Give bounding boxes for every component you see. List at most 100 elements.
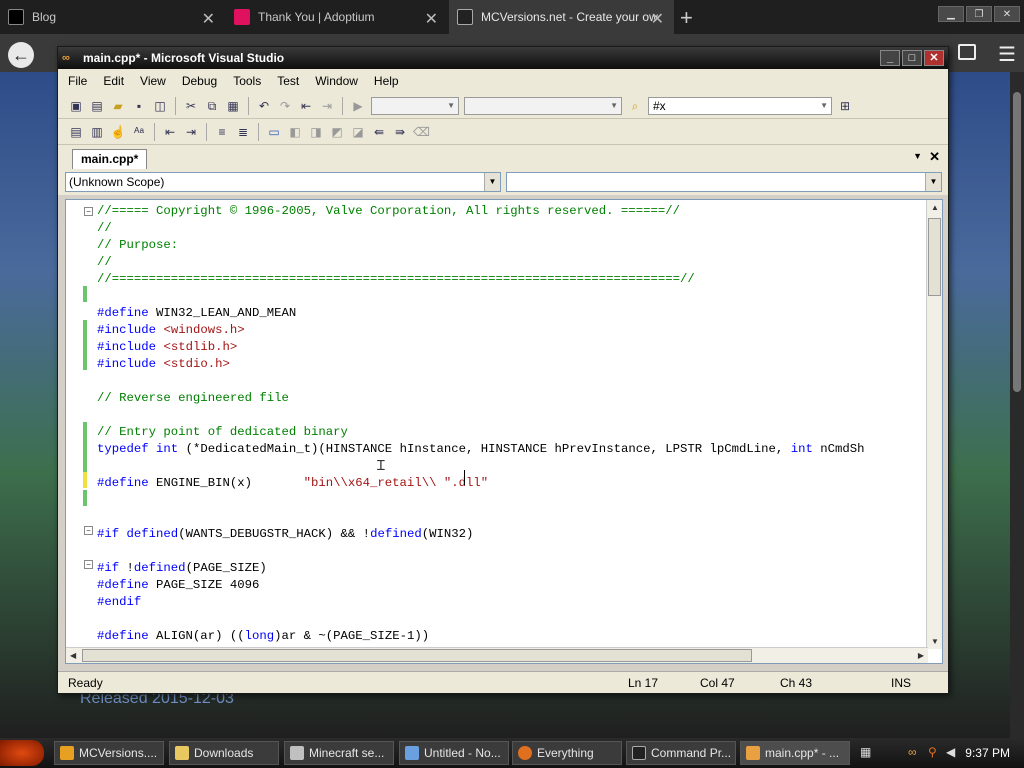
- copy-icon[interactable]: ⧉: [204, 98, 220, 114]
- taskbar-button-everything[interactable]: Everything: [512, 741, 622, 765]
- sidebar-icon[interactable]: [958, 44, 976, 60]
- paste-icon[interactable]: ▦: [225, 98, 241, 114]
- close-icon[interactable]: ✕: [425, 9, 438, 29]
- display-quick-info-icon[interactable]: ☝: [110, 124, 126, 140]
- chevron-down-icon[interactable]: ▼: [484, 173, 500, 191]
- horizontal-scrollbar[interactable]: ◀ ▶: [66, 647, 928, 663]
- menu-file[interactable]: File: [68, 74, 87, 88]
- code-token: // Purpose:: [97, 238, 179, 252]
- code-editor[interactable]: − − − //===== Copyright © 1996-2005, Val…: [65, 199, 943, 664]
- decrease-indent-icon[interactable]: ⇤: [162, 124, 178, 140]
- volume-icon[interactable]: ◀: [946, 745, 955, 759]
- save-icon[interactable]: ▪: [131, 98, 147, 114]
- complete-word-icon[interactable]: ᴬᵃ: [131, 124, 147, 140]
- close-icon[interactable]: ✕: [924, 50, 944, 66]
- close-icon[interactable]: ✕: [929, 149, 940, 165]
- maximize-icon[interactable]: ❐: [966, 6, 992, 22]
- command-prompt-icon: [632, 746, 646, 760]
- menu-edit[interactable]: Edit: [103, 74, 124, 88]
- previous-bookmark-icon[interactable]: ◧: [287, 124, 303, 140]
- menu-window[interactable]: Window: [315, 74, 358, 88]
- code-text: //===== Copyright © 1996-2005, Valve Cor…: [97, 203, 864, 645]
- close-icon[interactable]: ✕: [202, 9, 215, 29]
- taskbar-button-minecraft[interactable]: Minecraft se...: [284, 741, 394, 765]
- chevron-down-icon[interactable]: ▼: [925, 173, 941, 191]
- previous-bookmark-folder-icon[interactable]: ◩: [329, 124, 345, 140]
- add-item-icon[interactable]: ▤: [89, 98, 105, 114]
- scope-combo[interactable]: (Unknown Scope) ▼: [65, 172, 501, 192]
- solution-configuration-combo[interactable]: ▼: [371, 96, 459, 115]
- display-parameter-info-icon[interactable]: ▥: [89, 124, 105, 140]
- minimize-icon[interactable]: _: [880, 50, 900, 66]
- new-tab-icon[interactable]: +: [680, 5, 693, 31]
- new-project-icon[interactable]: ▣: [68, 98, 84, 114]
- save-all-icon[interactable]: ◫: [152, 98, 168, 114]
- vertical-scrollbar[interactable]: ▲ ▼: [926, 200, 942, 649]
- menu-view[interactable]: View: [140, 74, 166, 88]
- increase-indent-icon[interactable]: ⇥: [183, 124, 199, 140]
- toggle-bookmark-icon[interactable]: ▭: [266, 124, 282, 140]
- network-icon[interactable]: ∞: [908, 745, 917, 759]
- previous-bookmark-doc-icon[interactable]: ⇚: [371, 124, 387, 140]
- next-bookmark-folder-icon[interactable]: ◪: [350, 124, 366, 140]
- scrollbar-thumb[interactable]: [1013, 92, 1021, 392]
- toolbar-separator: [342, 96, 343, 115]
- blog-favicon-icon: [8, 9, 24, 25]
- collapse-icon[interactable]: −: [84, 560, 93, 569]
- menu-test[interactable]: Test: [277, 74, 299, 88]
- open-file-icon[interactable]: ▰: [110, 98, 126, 114]
- member-combo[interactable]: ▼: [506, 172, 942, 192]
- hamburger-menu-icon[interactable]: ☰: [998, 42, 1016, 67]
- browser-tab-label: MCVersions.net - Create your ow: [481, 10, 658, 24]
- scroll-up-icon[interactable]: ▲: [931, 203, 939, 212]
- scroll-right-icon[interactable]: ▶: [918, 651, 924, 660]
- browser-tab-mcversions[interactable]: MCVersions.net - Create your ow ✕: [449, 0, 674, 34]
- undo-icon[interactable]: ↶: [256, 98, 272, 114]
- taskbar-button-mcversions[interactable]: MCVersions....: [54, 741, 164, 765]
- next-bookmark-icon[interactable]: ◨: [308, 124, 324, 140]
- tab-main-cpp[interactable]: main.cpp*: [72, 149, 148, 169]
- next-bookmark-doc-icon[interactable]: ⇛: [392, 124, 408, 140]
- menu-debug[interactable]: Debug: [182, 74, 217, 88]
- uncomment-icon[interactable]: ≣: [235, 124, 251, 140]
- scrollbar-thumb[interactable]: [928, 218, 941, 296]
- taskbar-button-visual-studio[interactable]: main.cpp* - ...: [740, 741, 850, 765]
- clock[interactable]: 9:37 PM: [965, 746, 1010, 760]
- keyboard-icon[interactable]: ▦: [860, 745, 871, 759]
- close-icon[interactable]: ✕: [651, 9, 664, 29]
- maximize-icon[interactable]: □: [902, 50, 922, 66]
- menu-tools[interactable]: Tools: [233, 74, 261, 88]
- browser-tab-blog[interactable]: Blog ✕: [0, 0, 225, 34]
- taskbar-button-downloads[interactable]: Downloads: [169, 741, 279, 765]
- collapse-icon[interactable]: −: [84, 526, 93, 535]
- display-object-member-list-icon[interactable]: ▤: [68, 124, 84, 140]
- start-button[interactable]: [0, 740, 44, 766]
- redo-icon[interactable]: ↷: [277, 98, 293, 114]
- clear-bookmarks-icon[interactable]: ⌫: [413, 124, 430, 140]
- solution-explorer-icon[interactable]: ⊞: [837, 98, 853, 114]
- navigate-forward-icon[interactable]: ⇥: [319, 98, 335, 114]
- menu-help[interactable]: Help: [374, 74, 399, 88]
- navigate-backward-icon[interactable]: ⇤: [298, 98, 314, 114]
- scrollbar-thumb[interactable]: [82, 649, 752, 662]
- taskbar-button-command-prompt[interactable]: Command Pr...: [626, 741, 736, 765]
- minimize-icon[interactable]: ▁: [938, 6, 964, 22]
- scroll-down-icon[interactable]: ▼: [931, 637, 939, 646]
- start-debugging-icon[interactable]: ▶: [350, 98, 366, 114]
- find-combo[interactable]: #x ▼: [648, 96, 832, 115]
- cut-icon[interactable]: ✂: [183, 98, 199, 114]
- page-scrollbar[interactable]: [1010, 72, 1024, 738]
- browser-tab-adoptium[interactable]: Thank You | Adoptium ✕: [226, 0, 448, 34]
- back-arrow-icon[interactable]: ←: [8, 42, 34, 68]
- taskbar-button-notepad[interactable]: Untitled - No...: [399, 741, 509, 765]
- system-tray: ▦ ∞ ⚲ ◀ 9:37 PM: [860, 741, 1024, 765]
- scroll-left-icon[interactable]: ◀: [70, 651, 76, 660]
- code-token: int: [156, 442, 179, 456]
- find-in-files-icon[interactable]: ⌕: [627, 98, 643, 114]
- comment-out-icon[interactable]: ≡: [214, 124, 230, 140]
- search-icon[interactable]: ⚲: [928, 745, 937, 759]
- solution-platform-combo[interactable]: ▼: [464, 96, 622, 115]
- chevron-down-icon[interactable]: ▼: [913, 151, 922, 161]
- collapse-icon[interactable]: −: [84, 207, 93, 216]
- close-icon[interactable]: ✕: [994, 6, 1020, 22]
